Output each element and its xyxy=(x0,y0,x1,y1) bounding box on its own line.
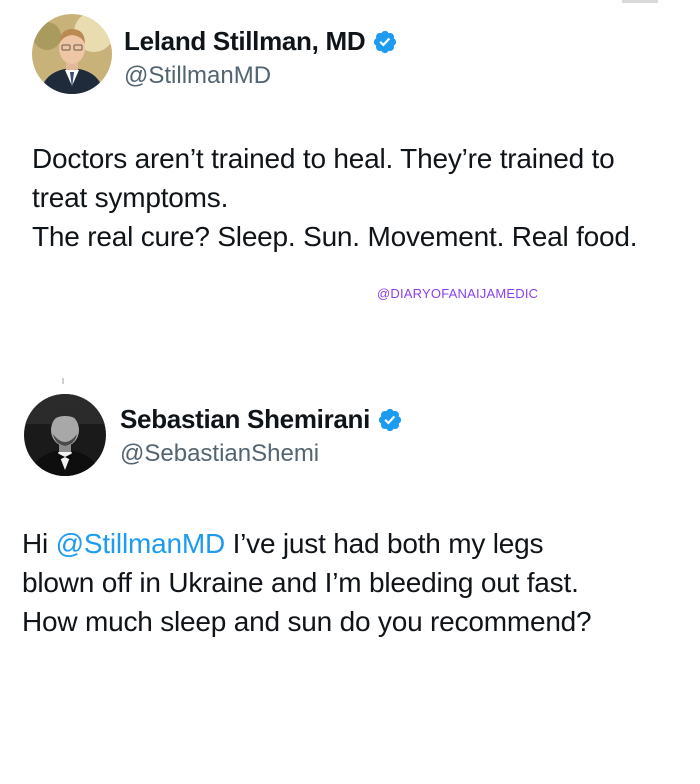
watermark: @DIARYOFANAIJAMEDIC xyxy=(377,286,539,301)
person-portrait-icon xyxy=(24,394,106,476)
post-text-line: Hi @StillmanMD I’ve just had both my leg… xyxy=(22,524,682,563)
post-text-line: How much sleep and sun do you recommend? xyxy=(22,606,592,637)
top-edge-fragment xyxy=(622,0,658,3)
post-text: Hi @StillmanMD I’ve just had both my leg… xyxy=(22,524,682,641)
screenshot: Leland Stillman, MD @StillmanMD Doctors … xyxy=(0,0,700,784)
author-name-row: Sebastian Shemirani xyxy=(120,404,403,435)
post-text-line: treat symptoms. xyxy=(32,182,229,213)
reply-prefix: Hi xyxy=(22,528,56,559)
handle[interactable]: @SebastianShemi xyxy=(120,440,319,468)
post-text-line: Doctors aren’t trained to heal. They’re … xyxy=(32,143,615,174)
divider-fragment xyxy=(62,378,64,384)
verified-badge-icon xyxy=(374,30,397,53)
post-text-line: blown off in Ukraine and I’m bleeding ou… xyxy=(22,567,579,598)
display-name[interactable]: Leland Stillman, MD xyxy=(124,26,366,57)
avatar[interactable] xyxy=(32,14,112,94)
avatar[interactable] xyxy=(24,394,106,476)
handle[interactable]: @StillmanMD xyxy=(124,62,271,90)
author-name-row: Leland Stillman, MD xyxy=(124,26,398,57)
post-text-line: The real cure? Sleep. Sun. Movement. Rea… xyxy=(32,221,638,252)
display-name[interactable]: Sebastian Shemirani xyxy=(120,404,370,435)
verified-badge-icon xyxy=(378,408,402,431)
line-text: I’ve just had both my legs xyxy=(224,528,544,559)
person-portrait-icon xyxy=(32,14,112,94)
mention-link[interactable]: @StillmanMD xyxy=(56,528,226,559)
post-text: Doctors aren’t trained to heal. They’re … xyxy=(32,139,682,256)
